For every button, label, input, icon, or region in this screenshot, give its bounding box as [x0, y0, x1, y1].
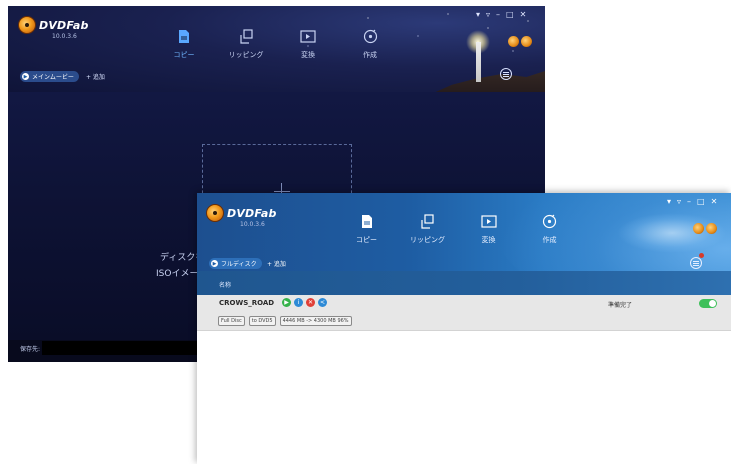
ripper-icon — [420, 213, 436, 229]
task-enable-toggle[interactable] — [699, 299, 717, 308]
save-to-label: 保存先: — [20, 346, 41, 353]
nav-converter-label: 変換 — [301, 51, 315, 59]
nav-converter-label: 変換 — [481, 236, 496, 244]
user-avatar-icon[interactable] — [508, 36, 519, 47]
add-source-button[interactable]: + 追加 — [267, 259, 286, 268]
mode-selector[interactable]: ▶ フルディスク — [209, 258, 262, 269]
converter-icon — [300, 28, 316, 44]
back-user-area — [508, 36, 532, 47]
app-name: DVDFab — [39, 18, 89, 32]
save-path-field[interactable] — [42, 341, 202, 355]
remove-icon[interactable]: ✕ — [306, 298, 315, 307]
column-header-name: 名称 — [219, 282, 232, 289]
news-icon[interactable] — [521, 36, 532, 47]
app-logo: DVDFab 10.0.3.6 — [206, 204, 277, 228]
front-toolbar-band — [197, 271, 731, 295]
app-version: 10.0.3.6 — [240, 221, 265, 228]
app-name: DVDFab — [227, 206, 277, 220]
filter-icon[interactable]: ▾ — [667, 197, 671, 206]
close-icon[interactable]: ✕ — [520, 10, 527, 19]
dvdfab-disc-icon — [18, 16, 36, 34]
copy-icon — [176, 28, 192, 44]
user-avatar-icon[interactable] — [693, 223, 704, 234]
task-actions: ▶ i ✕ < — [282, 298, 327, 307]
nav-copy-label: コピー — [356, 236, 377, 244]
mode-tag[interactable]: Full Disc — [218, 316, 245, 326]
share-icon[interactable]: < — [318, 298, 327, 307]
nav-copy[interactable]: コピー — [336, 213, 397, 245]
mode-label: メインムービー — [32, 74, 74, 81]
app-logo: DVDFab 10.0.3.6 — [18, 16, 89, 40]
creator-icon — [542, 213, 558, 229]
nav-ripper[interactable]: リッピング — [397, 213, 458, 245]
news-icon[interactable] — [706, 223, 717, 234]
lighthouse-image — [476, 42, 481, 82]
info-icon[interactable]: i — [294, 298, 303, 307]
mode-arrow-icon: ▶ — [211, 260, 218, 267]
output-tag[interactable]: to DVD5 — [248, 316, 276, 326]
nav-creator[interactable]: 作成 — [519, 213, 580, 245]
front-window-controls: ▾ ▿ – □ ✕ — [667, 197, 717, 206]
add-source-button[interactable]: + 追加 — [86, 72, 105, 81]
nav-converter[interactable]: 変換 — [277, 28, 339, 60]
minimize-icon[interactable]: – — [687, 197, 691, 206]
nav-ripper-label: リッピング — [228, 51, 264, 59]
task-title: CROWS_ROAD — [219, 299, 275, 307]
front-window: DVDFab 10.0.3.6 コピー リッピング 変換 作成 ▾ ▿ – □ … — [197, 193, 731, 464]
back-main-nav: コピー リッピング 変換 作成 — [153, 28, 401, 60]
nav-ripper[interactable]: リッピング — [215, 28, 277, 60]
nav-copy[interactable]: コピー — [153, 28, 215, 60]
settings-icon[interactable]: ▿ — [677, 197, 681, 206]
task-status: 準備完了 — [608, 302, 633, 309]
notification-badge — [699, 253, 704, 258]
maximize-icon[interactable]: □ — [506, 10, 514, 19]
converter-icon — [480, 213, 497, 229]
nav-ripper-label: リッピング — [410, 236, 445, 244]
app-version: 10.0.3.6 — [52, 33, 77, 40]
mode-arrow-icon: ▶ — [22, 73, 29, 80]
front-main-nav: コピー リッピング 変換 作成 — [336, 213, 580, 245]
queue-menu-icon[interactable] — [690, 257, 702, 269]
front-user-area — [693, 223, 717, 234]
size-tag: 4446 MB -> 4300 MB 96% — [279, 316, 352, 326]
nav-copy-label: コピー — [173, 51, 195, 59]
ripper-icon — [238, 28, 254, 44]
minimize-icon[interactable]: – — [496, 10, 500, 19]
mode-selector[interactable]: ▶ メインムービー — [20, 71, 79, 82]
copy-icon — [359, 213, 375, 229]
maximize-icon[interactable]: □ — [697, 197, 705, 206]
back-window-controls: ▾ ▿ – □ ✕ — [476, 10, 526, 19]
nav-converter[interactable]: 変換 — [458, 213, 519, 245]
creator-icon — [362, 28, 378, 44]
dvdfab-disc-icon — [206, 204, 224, 222]
play-icon[interactable]: ▶ — [282, 298, 291, 307]
queue-menu-icon[interactable] — [500, 68, 512, 80]
nav-creator-label: 作成 — [542, 236, 557, 244]
close-icon[interactable]: ✕ — [711, 197, 718, 206]
task-tags: Full Disc to DVD5 4446 MB -> 4300 MB 96% — [218, 316, 352, 326]
mode-label: フルディスク — [221, 261, 257, 268]
front-content-area — [197, 331, 731, 464]
screenshot-stage: DVDFab 10.0.3.6 コピー リッピング 変換 作成 ▾ ▿ – □ … — [0, 0, 731, 464]
settings-icon[interactable]: ▿ — [486, 10, 490, 19]
nav-creator-label: 作成 — [363, 51, 377, 59]
nav-creator[interactable]: 作成 — [339, 28, 401, 60]
filter-icon[interactable]: ▾ — [476, 10, 480, 19]
